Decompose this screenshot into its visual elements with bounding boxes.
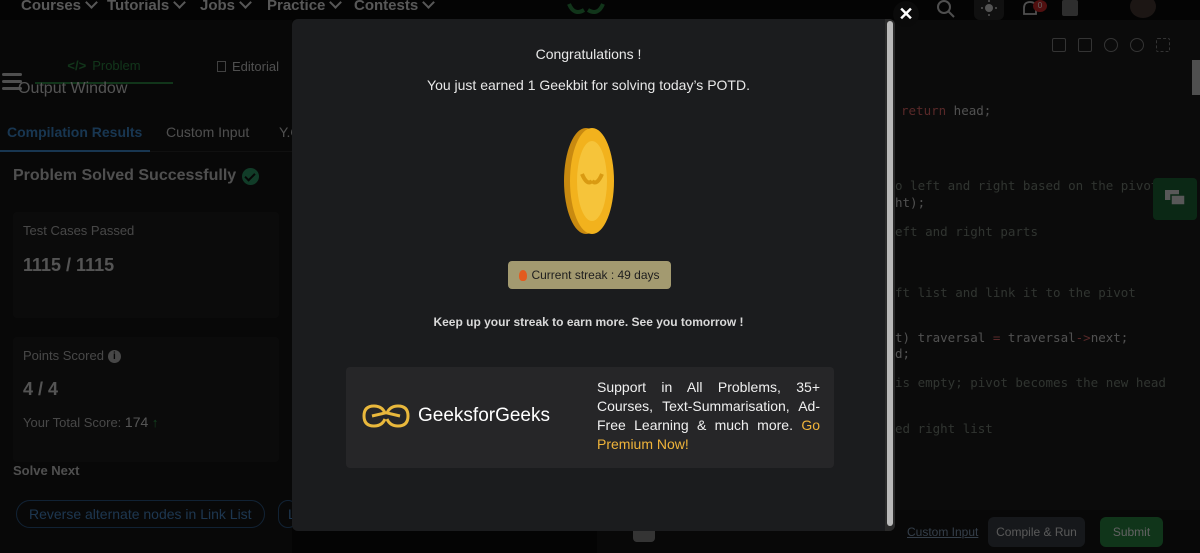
compile-run-button[interactable]: Compile & Run [988, 517, 1085, 547]
output-window-title: Output Window [18, 80, 128, 97]
submit-button[interactable]: Submit [1100, 517, 1163, 547]
notification-badge: 0 [1033, 0, 1047, 12]
tab-problem-label: Problem [92, 57, 141, 73]
code-line: o left and right based on the pivot [895, 178, 1159, 193]
gfg-logo-icon [362, 404, 410, 428]
total-score-label: Your Total Score: [23, 415, 122, 430]
keep-up-message: Keep up your streak to earn more. See yo… [433, 315, 744, 329]
modal-scrollbar[interactable] [885, 19, 895, 531]
code-line: ed right list [895, 421, 993, 436]
document-icon [217, 60, 226, 72]
tab-editorial-label: Editorial [232, 58, 279, 74]
test-cases-value: 1115 / 1115 [23, 255, 115, 275]
geekbit-coin-icon [564, 128, 614, 234]
editor-scrollbar[interactable] [1192, 60, 1200, 95]
subtab-compilation-results[interactable]: Compilation Results [7, 124, 142, 140]
points-value: 4 / 4 [23, 379, 59, 399]
solve-next-heading: Solve Next [13, 463, 80, 478]
arrow-up-icon: ↑ [151, 415, 159, 430]
total-score-row: Your Total Score: 174 ↑ [23, 414, 158, 430]
premium-banner[interactable]: GeeksforGeeks Support in All Problems, 3… [346, 367, 834, 468]
nav-practice-label: Practice [267, 0, 326, 14]
close-icon: ✕ [898, 3, 914, 24]
points-card: Points Scored i 4 / 4 Your Total Score: 1… [13, 337, 279, 462]
total-score-value: 174 [124, 414, 149, 430]
solved-status-label: Problem Solved Successfully [13, 167, 237, 184]
code-line: eft and right parts [895, 224, 1038, 239]
check-circle-icon [242, 167, 260, 185]
sun-icon [981, 0, 997, 16]
tab-problem[interactable]: </> Problem [35, 48, 173, 84]
nav-jobs-label: Jobs [200, 0, 236, 14]
custom-input-link[interactable]: Custom Input [907, 525, 978, 539]
streak-badge: Current streak : 49 days [508, 261, 671, 289]
chevron-down-icon [422, 0, 436, 9]
chevron-down-icon [85, 0, 98, 9]
nav-tutorials-label: Tutorials [107, 0, 170, 14]
streak-label: Current streak : 49 days [531, 268, 660, 282]
editor-toolbar [1052, 38, 1170, 52]
refresh-icon[interactable] [1130, 38, 1144, 52]
modal-subtitle: You just earned 1 Geekbit for solving to… [427, 77, 750, 93]
nav-contests-label: Contests [354, 0, 419, 14]
settings-icon[interactable] [1104, 38, 1118, 52]
modal-scrollbar-thumb[interactable] [887, 21, 893, 526]
nav-practice[interactable]: Practice [267, 0, 343, 14]
fullscreen-icon[interactable] [1156, 38, 1170, 52]
upload-icon[interactable] [1078, 38, 1092, 52]
nav-contests[interactable]: Contests [354, 0, 436, 14]
code-icon: </> [67, 57, 87, 73]
copy-icon[interactable] [1052, 38, 1066, 52]
translate-icon[interactable] [1062, 0, 1078, 16]
active-subtab-indicator [0, 150, 150, 152]
tab-editorial[interactable]: Editorial [217, 48, 279, 84]
premium-description: Support in All Problems, 35+ Courses, Te… [597, 379, 820, 433]
chat-button[interactable] [1153, 178, 1197, 220]
test-cases-label: Test Cases Passed [23, 223, 135, 238]
code-line: ht); [895, 195, 926, 210]
test-cases-card: Test Cases Passed 1115 / 1115 [13, 212, 279, 318]
gfg-brand-name: GeeksforGeeks [418, 405, 550, 426]
left-panel: </> Problem Editorial Output Window Comp… [0, 20, 301, 553]
congrats-modal: Congratulations ! You just earned 1 Geek… [292, 19, 895, 531]
chevron-down-icon [173, 0, 187, 9]
code-line: d; [895, 346, 911, 361]
chevron-down-icon [239, 0, 252, 9]
subtab-custom-input[interactable]: Custom Input [166, 124, 249, 140]
chevron-down-icon [329, 0, 343, 9]
output-subtabs: Compilation Results Custom Input Y.O [0, 112, 301, 152]
solve-next-item[interactable]: Reverse alternate nodes in Link List [16, 500, 265, 528]
avatar[interactable] [1130, 0, 1156, 18]
info-icon[interactable]: i [107, 350, 121, 364]
points-label: Points Scored [23, 348, 104, 363]
fire-icon [519, 269, 528, 281]
solved-status: Problem Solved Successfully [13, 167, 260, 185]
code-line: ft list and link it to the pivot [895, 285, 1136, 300]
nav-jobs[interactable]: Jobs [200, 0, 252, 14]
chat-icon [1165, 190, 1186, 206]
code-line: is empty; pivot becomes the new head [895, 375, 1166, 390]
search-icon[interactable] [936, 0, 956, 20]
theme-toggle[interactable] [974, 0, 1004, 20]
close-modal-button[interactable]: ✕ [893, 1, 919, 27]
modal-title: Congratulations ! [535, 46, 642, 62]
code-line: t) traversal = traversal->next; [895, 330, 1129, 345]
code-line: return head; [901, 103, 992, 118]
top-navbar: Courses Tutorials Jobs Practice Contests… [0, 0, 1200, 20]
nav-courses-label: Courses [21, 0, 82, 14]
points-label-row: Points Scored i [23, 348, 121, 364]
nav-courses[interactable]: Courses [21, 0, 98, 14]
gfg-brand: GeeksforGeeks [360, 403, 550, 429]
gfg-logo-icon[interactable] [566, 0, 606, 20]
nav-tutorials[interactable]: Tutorials [107, 0, 187, 14]
premium-text: Support in All Problems, 35+ Courses, Te… [597, 378, 820, 454]
